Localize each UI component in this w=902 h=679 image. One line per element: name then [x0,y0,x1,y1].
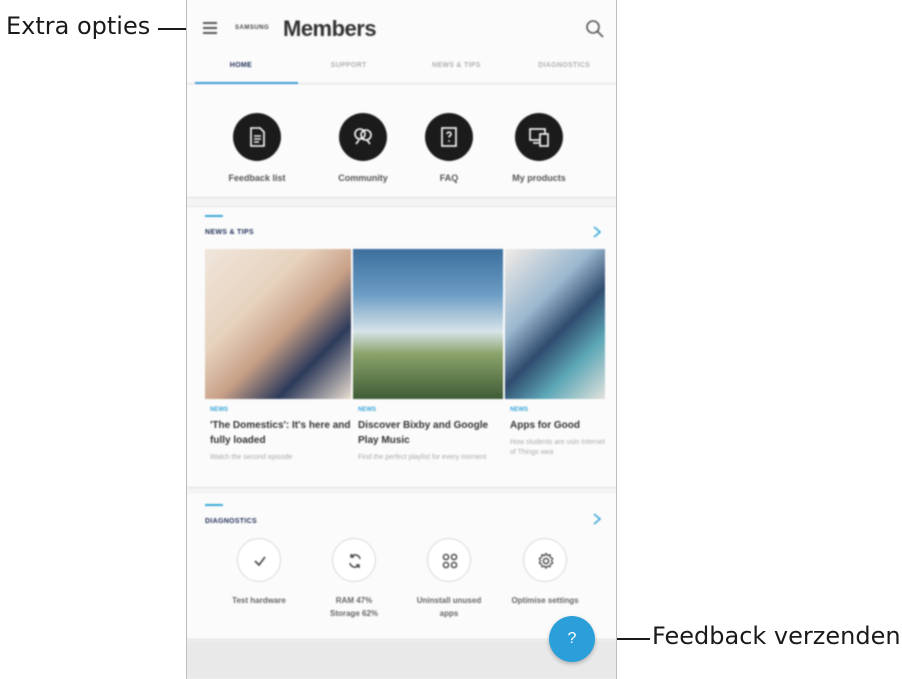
news-item[interactable]: NEWS Apps for Good How students are usin… [505,249,605,458]
news-item[interactable]: NEWS 'The Domestics': It's here and full… [205,249,351,463]
tab-support[interactable]: SUPPORT [295,50,403,84]
document-icon [233,113,281,161]
news-tag: NEWS [358,407,376,413]
settings-gear-icon [523,538,567,582]
apps-grid-icon [427,538,471,582]
diagnostics-section-title: DIAGNOSTICS [205,518,257,525]
community-icon [339,113,387,161]
tab-news-tips[interactable]: NEWS & TIPS [403,50,511,84]
quick-actions-card: Feedback list Community FAQ My products [187,85,616,198]
section-accent-line [205,215,223,217]
tab-bar: HOME SUPPORT NEWS & TIPS DIAGNOSTICS [187,50,616,84]
quick-action-faq[interactable]: FAQ [409,113,489,183]
diag-optimise-settings[interactable]: Optimise settings [500,538,590,607]
section-accent-line [205,504,223,506]
brand-samsung: SAMSUNG [235,25,270,31]
chevron-right-icon[interactable] [591,225,603,239]
diag-uninstall-apps[interactable]: Uninstall unused apps [404,538,494,620]
chevron-right-icon[interactable] [591,512,603,526]
news-image-woman-phone [205,249,351,399]
hamburger-menu-icon[interactable] [203,20,221,36]
news-subtitle: How students are usin Internet of Things… [510,439,605,456]
news-tips-card: NEWS & TIPS NEWS 'The Domestics': It's h… [187,206,616,488]
diagnostics-card: DIAGNOSTICS Test hardware RAM 47% Storag… [187,494,616,640]
feedback-help-button[interactable]: ? [549,616,595,662]
tab-home[interactable]: HOME [187,50,295,84]
faq-icon [425,113,473,161]
diag-label: Test hardware [232,596,286,605]
search-icon[interactable] [585,19,605,39]
callout-feedback: Feedback verzenden. [652,622,902,650]
phone-screen: SAMSUNG Members HOME SUPPORT NEWS & TIPS… [186,0,617,679]
quick-action-label: FAQ [439,173,459,183]
news-subtitle: Watch the second episode [210,454,293,461]
tab-diagnostics[interactable]: DIAGNOSTICS [510,50,616,84]
devices-icon [515,113,563,161]
refresh-icon [332,538,376,582]
quick-action-label: Community [338,173,388,183]
brand-title: Members [283,16,377,41]
help-icon: ? [567,630,577,647]
callout-extra-opties: Extra opties [6,12,151,40]
news-tag: NEWS [510,407,528,413]
news-image-landscape [353,249,503,399]
news-item[interactable]: NEWS Discover Bixby and Google Play Musi… [353,249,503,463]
quick-action-my-products[interactable]: My products [499,113,579,183]
news-image-students [505,249,605,399]
news-title: Apps for Good [510,420,580,431]
diag-label: Optimise settings [511,596,579,605]
diag-ram-storage[interactable]: RAM 47% Storage 62% [309,538,399,620]
quick-action-label: My products [512,173,566,183]
quick-action-label: Feedback list [228,173,286,183]
news-title: Discover Bixby and Google Play Music [358,420,489,446]
news-subtitle: Find the perfect playlist for every mome… [358,454,487,461]
diag-label: Uninstall unused apps [416,596,482,618]
quick-action-community[interactable]: Community [323,113,403,183]
check-icon [237,538,281,582]
app-bar: SAMSUNG Members HOME SUPPORT NEWS & TIPS… [187,0,616,84]
tab-indicator [195,82,298,84]
news-tag: NEWS [210,407,228,413]
diag-label: RAM 47% Storage 62% [329,596,379,618]
news-section-title: NEWS & TIPS [205,229,254,236]
diag-test-hardware[interactable]: Test hardware [214,538,304,607]
news-title: 'The Domestics': It's here and fully loa… [210,420,351,446]
quick-action-feedback-list[interactable]: Feedback list [217,113,297,183]
